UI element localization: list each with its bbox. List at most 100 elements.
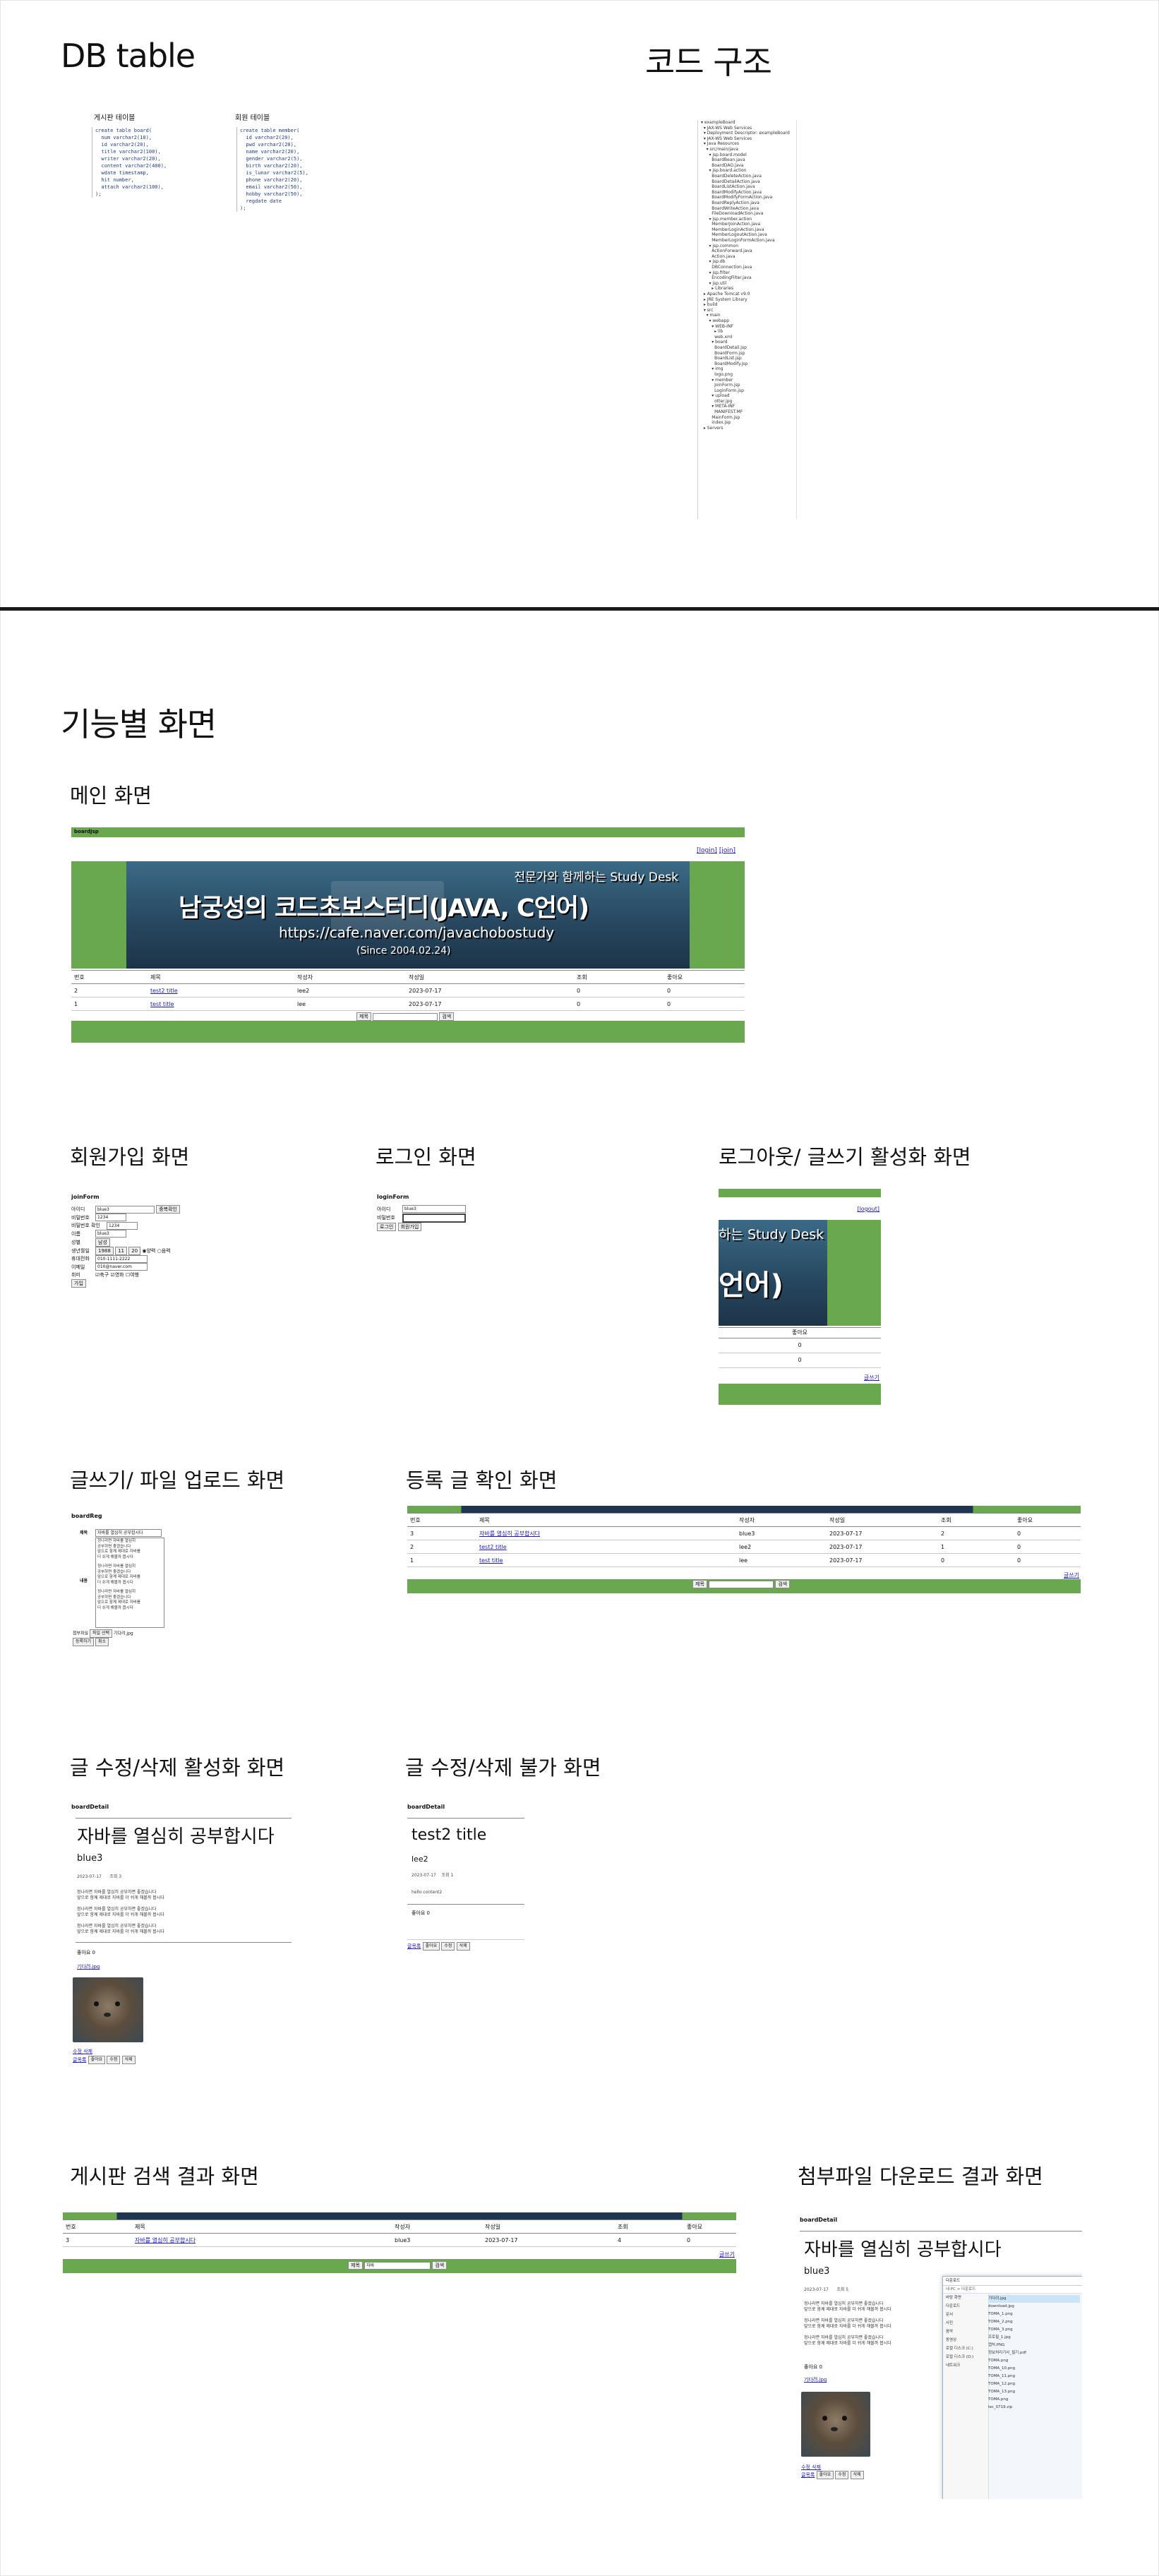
col-date: 작성일 bbox=[406, 970, 574, 984]
file-choose-button[interactable]: 파일 선택 bbox=[90, 1629, 113, 1638]
edit-delete-links[interactable]: 수정 삭제 bbox=[73, 2048, 92, 2055]
email-input[interactable]: 010@naver.com bbox=[95, 1263, 148, 1271]
col-like: 좋아요 bbox=[664, 970, 745, 984]
search-button[interactable]: 검색 bbox=[439, 1012, 455, 1021]
file-item[interactable]: TOMA_13.png bbox=[988, 2388, 1080, 2396]
side-item[interactable]: 음악 bbox=[946, 2328, 988, 2336]
file-item[interactable]: TOMA.png bbox=[988, 2357, 1080, 2365]
logout-link[interactable]: [logout] bbox=[857, 1206, 879, 1212]
gender-select[interactable]: 남성 bbox=[95, 1238, 110, 1247]
search-input[interactable] bbox=[709, 1580, 774, 1588]
side-item[interactable]: 동영상 bbox=[946, 2336, 988, 2344]
search-input[interactable]: 자바 bbox=[364, 2261, 431, 2270]
post-link[interactable]: test title bbox=[479, 1557, 503, 1564]
post-link[interactable]: test2 title bbox=[150, 988, 178, 994]
side-item[interactable]: 로컬 디스크 (D:) bbox=[946, 2353, 988, 2361]
write-link[interactable]: 글쓰기 bbox=[864, 1374, 879, 1382]
birth-day-select[interactable]: 20 bbox=[128, 1246, 141, 1255]
post-link[interactable]: 자바를 열심히 공부합시다 bbox=[479, 1530, 540, 1537]
download-attachment-link[interactable]: 기다려.jpg bbox=[804, 2376, 827, 2383]
go-join-button[interactable]: 회원가입 bbox=[397, 1222, 422, 1231]
birth-label: 생년월일 bbox=[71, 1247, 90, 1254]
like-button[interactable]: 좋아요 bbox=[88, 2056, 106, 2064]
file-item[interactable]: download.jpg bbox=[988, 2303, 1080, 2311]
edit-enabled-heading: 글 수정/삭제 활성화 화면 bbox=[70, 1756, 285, 1780]
name-input[interactable]: blue3 bbox=[95, 1230, 126, 1238]
file-item[interactable]: TOMA_11.png bbox=[988, 2373, 1080, 2380]
search-button[interactable]: 검색 bbox=[432, 2261, 448, 2270]
side-item[interactable]: 문서 bbox=[946, 2311, 988, 2319]
post-link[interactable]: 자바를 열심히 공부합시다 bbox=[135, 2237, 196, 2243]
file-item[interactable]: lec_0719.zip bbox=[988, 2404, 1080, 2412]
logout-table: 좋아요 0 0 bbox=[719, 1327, 881, 1368]
write-content-textarea[interactable]: 정나라면 자바를 열심히 공부하면 좋겠습니다 앞으로 함께 제대로 자바를 더… bbox=[95, 1538, 164, 1628]
login-id-input[interactable]: blue3 bbox=[402, 1205, 466, 1213]
file-item[interactable]: 정보처리기사_필기.pdf bbox=[988, 2349, 1080, 2357]
edit-button[interactable]: 수정 bbox=[107, 2056, 121, 2064]
file-item[interactable]: TOMA_10.png bbox=[988, 2365, 1080, 2373]
content-line: 공부하면 좋겠습니다 bbox=[97, 1595, 131, 1600]
search-select[interactable]: 제목 bbox=[692, 1580, 707, 1588]
search-select[interactable]: 제목 bbox=[348, 2261, 363, 2270]
join-link[interactable]: [join] bbox=[719, 847, 735, 854]
dup-check-button[interactable]: 중복확인 bbox=[156, 1205, 180, 1214]
login-pw-input[interactable] bbox=[402, 1213, 466, 1223]
file-item-selected[interactable]: 기다려.jpg bbox=[988, 2295, 1080, 2303]
side-item[interactable]: 다운로드 bbox=[946, 2302, 988, 2311]
post-link[interactable]: test title bbox=[150, 1001, 174, 1007]
file-item[interactable]: TOMA_3.png bbox=[988, 2326, 1080, 2334]
like-button[interactable]: 좋아요 bbox=[816, 2471, 834, 2479]
search-button[interactable]: 검색 bbox=[775, 1580, 791, 1588]
edit-button[interactable]: 수정 bbox=[441, 1942, 455, 1951]
search-select[interactable]: 제목 bbox=[356, 1012, 371, 1021]
list-link[interactable]: 글목록 bbox=[407, 1943, 421, 1949]
write-cancel-button[interactable]: 취소 bbox=[95, 1638, 109, 1646]
attachment-link[interactable]: 기다려.jpg bbox=[77, 1963, 100, 1970]
content-line: 더 쉬게 해볼까 봅시다 bbox=[97, 1605, 133, 1610]
login-button[interactable]: 로그인 bbox=[377, 1222, 397, 1231]
write-submit-button[interactable]: 등록하기 bbox=[73, 1638, 95, 1646]
birth-year-select[interactable]: 1988 bbox=[95, 1246, 114, 1255]
pw-input[interactable]: 1234 bbox=[95, 1214, 126, 1221]
side-item[interactable]: 로컬 디스크 (C:) bbox=[946, 2344, 988, 2353]
file-label: 첨부파일 bbox=[73, 1631, 89, 1636]
banner-tagline-fragment: 하는 Study Desk bbox=[719, 1227, 824, 1242]
feature-heading: 기능별 화면 bbox=[61, 705, 217, 743]
edit-delete-links[interactable]: 수정 삭제 bbox=[801, 2464, 821, 2471]
join-submit-button[interactable]: 가입 bbox=[71, 1278, 86, 1288]
delete-button[interactable]: 삭제 bbox=[456, 1942, 470, 1951]
write-link[interactable]: 글쓰기 bbox=[719, 2251, 735, 2258]
detail-meta: 2023-07-17 조회 3 bbox=[77, 1874, 122, 1879]
like-button[interactable]: 좋아요 bbox=[422, 1942, 440, 1951]
list-link[interactable]: 글목록 bbox=[73, 2057, 86, 2063]
write-title-input[interactable]: 자바를 열심히 공부합시다 bbox=[95, 1529, 162, 1537]
content-line: 앞으로 함께 제대로 자바를 bbox=[97, 1600, 140, 1605]
phone-input[interactable]: 010-1111-2222 bbox=[95, 1254, 148, 1263]
delete-button[interactable]: 삭제 bbox=[121, 2056, 136, 2064]
post-link[interactable]: test2 title bbox=[479, 1544, 507, 1550]
write-link[interactable]: 글쓰기 bbox=[1064, 1571, 1079, 1579]
birth-month-select[interactable]: 11 bbox=[115, 1246, 127, 1255]
detail-body: 정나라면 자바를 열심히 공부하면 좋겠습니다 앞으로 함께 제대로 자바를 더… bbox=[77, 1890, 164, 1935]
body-line: 앞으로 함께 제대로 자바를 더 쉬게 해볼까 봅시다 bbox=[77, 1912, 164, 1917]
delete-button[interactable]: 삭제 bbox=[850, 2471, 864, 2479]
file-item[interactable]: TOMA_12.png bbox=[988, 2380, 1080, 2388]
search-input[interactable] bbox=[373, 1012, 438, 1021]
table-row: 3 자바를 열심히 공부합시다 blue3 2023-07-17 2 0 bbox=[407, 1526, 1081, 1540]
list-link[interactable]: 글목록 bbox=[801, 2472, 815, 2478]
file-item[interactable]: TOMA_1.png bbox=[988, 2311, 1080, 2318]
side-item[interactable]: 사진 bbox=[946, 2319, 988, 2328]
side-item[interactable]: 네트워크 bbox=[946, 2361, 988, 2370]
edit-button[interactable]: 수정 bbox=[835, 2471, 849, 2479]
col-title: 제목 bbox=[148, 970, 294, 984]
login-link[interactable]: [login] bbox=[697, 847, 717, 854]
file-item[interactable]: TOMA_2.png bbox=[988, 2318, 1080, 2326]
file-item[interactable]: 캡처.PNG bbox=[988, 2342, 1080, 2349]
side-item[interactable]: 바탕 화면 bbox=[946, 2294, 988, 2302]
body-line: 앞으로 함께 제대로 자바를 더 쉬게 해볼까 봅시다 bbox=[804, 2341, 891, 2346]
pw2-input[interactable]: 1234 bbox=[107, 1221, 138, 1230]
file-item[interactable]: TOMA.png bbox=[988, 2396, 1080, 2404]
explorer-sidebar: 바탕 화면 다운로드 문서 사진 음악 동영상 로컬 디스크 (C:) 로컬 디… bbox=[943, 2294, 989, 2499]
id-input[interactable]: blue3 bbox=[95, 1205, 155, 1214]
file-item[interactable]: 프로필_1.jpg bbox=[988, 2334, 1080, 2342]
